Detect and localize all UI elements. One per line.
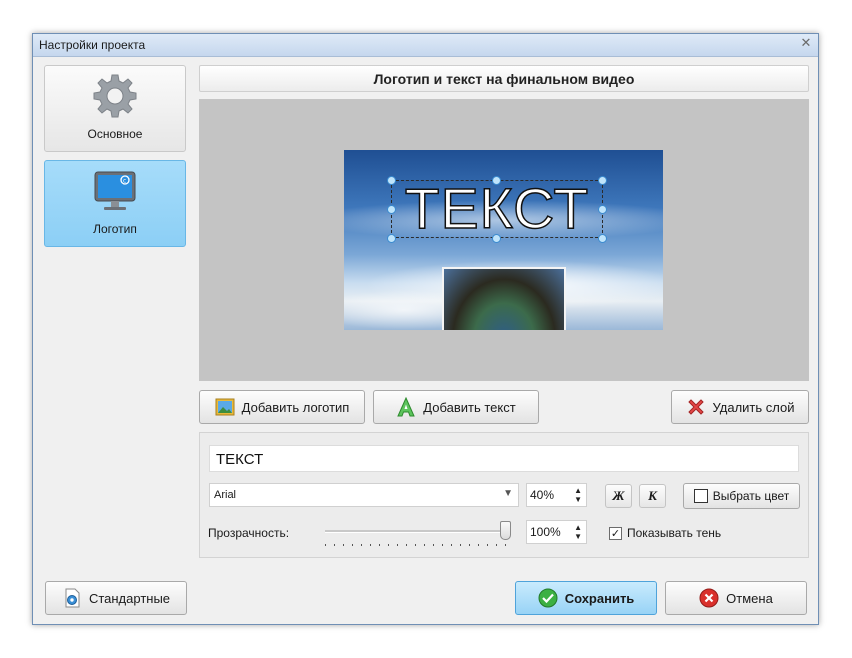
- defaults-button[interactable]: Стандартные: [45, 581, 187, 615]
- cancel-button[interactable]: Отмена: [665, 581, 807, 615]
- window-title: Настройки проекта: [39, 38, 146, 52]
- resize-handle[interactable]: [598, 205, 607, 214]
- text-a-icon: [397, 397, 416, 417]
- save-label: Сохранить: [564, 590, 635, 606]
- project-settings-window: Настройки проекта ✕ Основное c Логотип Л…: [32, 33, 819, 625]
- slider-ticks: [325, 544, 511, 546]
- monitor-icon: c: [94, 171, 136, 210]
- delete-layer-button[interactable]: Удалить слой: [671, 390, 809, 424]
- resize-handle[interactable]: [492, 234, 501, 243]
- color-swatch: [693, 489, 708, 503]
- gear-icon: [93, 74, 137, 118]
- add-text-label: Добавить текст: [423, 399, 516, 415]
- font-size-stepper[interactable]: 40% ▲ ▼: [526, 483, 587, 507]
- resize-handle[interactable]: [492, 176, 501, 185]
- preview-frame: ТЕКСТ: [344, 150, 663, 330]
- settings-gear-icon: [65, 588, 80, 608]
- choose-color-button[interactable]: Выбрать цвет: [683, 483, 800, 509]
- close-icon[interactable]: ✕: [799, 37, 813, 51]
- decrement-icon[interactable]: ▼: [574, 533, 582, 541]
- opacity-value: 100%: [530, 525, 561, 539]
- title-bar: Настройки проекта ✕: [33, 34, 818, 57]
- svg-text:c: c: [123, 178, 126, 185]
- check-circle-icon: [538, 588, 558, 608]
- opacity-stepper[interactable]: 100% ▲ ▼: [526, 520, 587, 544]
- slider-thumb[interactable]: [500, 521, 511, 540]
- sidebar-item-label: Основное: [87, 127, 143, 141]
- opacity-slider[interactable]: [325, 521, 511, 552]
- decrement-icon[interactable]: ▼: [574, 496, 582, 504]
- text-settings-panel: ТЕКСТ Arial ▼ 40% ▲ ▼ Ж К Выбрать цвет П…: [199, 432, 809, 558]
- cancel-circle-icon: [699, 588, 719, 608]
- logo-layer-image[interactable]: [442, 267, 566, 330]
- slider-track: [325, 530, 511, 533]
- chevron-down-icon: ▼: [503, 488, 513, 499]
- sidebar-item-logo[interactable]: c Логотип: [44, 160, 186, 247]
- show-shadow-checkbox[interactable]: ✓ Показывать тень: [609, 526, 721, 540]
- page-title: Логотип и текст на финальном видео: [199, 65, 809, 92]
- delete-x-icon: [687, 399, 704, 415]
- font-select[interactable]: Arial ▼: [209, 483, 519, 507]
- delete-layer-label: Удалить слой: [712, 399, 795, 415]
- cancel-label: Отмена: [726, 590, 773, 606]
- resize-handle[interactable]: [598, 234, 607, 243]
- resize-handle[interactable]: [387, 205, 396, 214]
- video-preview: ТЕКСТ: [199, 99, 809, 381]
- italic-button[interactable]: К: [639, 484, 666, 508]
- resize-handle[interactable]: [598, 176, 607, 185]
- add-logo-label: Добавить логотип: [241, 399, 350, 415]
- font-select-value: Arial: [214, 489, 237, 501]
- resize-handle[interactable]: [387, 176, 396, 185]
- checkbox-box[interactable]: ✓: [609, 526, 622, 540]
- add-logo-button[interactable]: Добавить логотип: [199, 390, 365, 424]
- increment-icon[interactable]: ▲: [574, 487, 582, 495]
- resize-handle[interactable]: [387, 234, 396, 243]
- bold-button[interactable]: Ж: [605, 484, 632, 508]
- sidebar-item-general[interactable]: Основное: [44, 65, 186, 152]
- opacity-label: Прозрачность:: [208, 526, 290, 540]
- font-size-value: 40%: [530, 488, 555, 502]
- layer-text-input[interactable]: ТЕКСТ: [209, 445, 799, 472]
- text-layer[interactable]: ТЕКСТ: [392, 178, 602, 240]
- show-shadow-label: Показывать тень: [627, 526, 722, 540]
- defaults-label: Стандартные: [88, 590, 171, 606]
- choose-color-label: Выбрать цвет: [712, 489, 790, 503]
- image-icon: [215, 398, 235, 416]
- save-button[interactable]: Сохранить: [515, 581, 657, 615]
- add-text-button[interactable]: Добавить текст: [373, 390, 539, 424]
- increment-icon[interactable]: ▲: [574, 524, 582, 532]
- text-layer-selection[interactable]: ТЕКСТ: [391, 178, 603, 240]
- sidebar-item-label: Логотип: [93, 222, 137, 236]
